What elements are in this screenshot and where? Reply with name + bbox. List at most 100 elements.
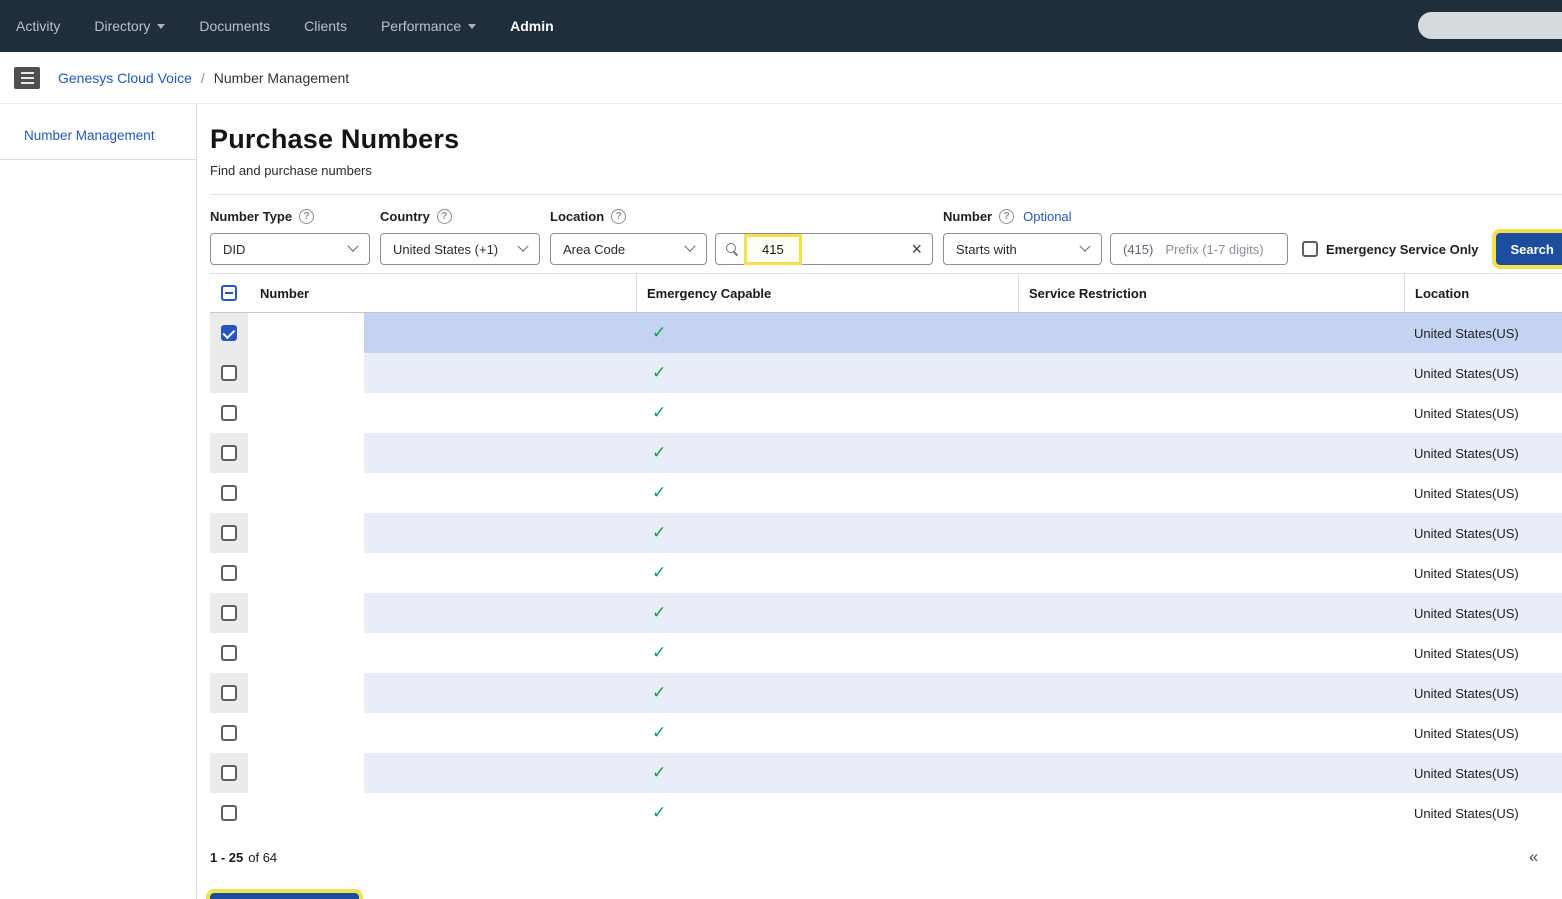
row-checkbox[interactable]: [221, 485, 237, 501]
table-row[interactable]: ✓ United States(US): [210, 313, 1562, 353]
row-emergency-cell: ✓: [636, 553, 1018, 593]
number-label: Number ? Optional: [943, 209, 1288, 224]
number-optional-hint: Optional: [1023, 209, 1071, 224]
row-number-cell: [248, 353, 636, 393]
table-body: ✓ United States(US) ✓ United States(US) …: [210, 313, 1562, 833]
help-icon[interactable]: ?: [437, 209, 452, 224]
nav-item[interactable]: Directory: [94, 18, 165, 34]
nav-item[interactable]: Activity: [16, 18, 60, 34]
prefix-input[interactable]: (415) Prefix (1-7 digits): [1110, 233, 1288, 265]
row-emergency-cell: ✓: [636, 473, 1018, 513]
nav-item[interactable]: Documents: [199, 18, 270, 34]
clear-icon[interactable]: ×: [911, 240, 922, 258]
row-emergency-cell: ✓: [636, 713, 1018, 753]
emergency-check-icon: ✓: [652, 403, 666, 423]
row-checkbox[interactable]: [221, 805, 237, 821]
emergency-check-icon: ✓: [652, 603, 666, 623]
table-row[interactable]: ✓ United States(US): [210, 633, 1562, 673]
row-restriction: [1018, 553, 1404, 593]
row-checkbox[interactable]: [221, 365, 237, 381]
table-row[interactable]: ✓ United States(US): [210, 593, 1562, 633]
help-icon[interactable]: ?: [999, 209, 1014, 224]
nav-item-label: Performance: [381, 18, 461, 34]
search-button[interactable]: Search: [1496, 233, 1562, 265]
chevron-down-icon: [684, 241, 695, 252]
row-location: United States(US): [1404, 753, 1562, 793]
emergency-only-checkbox[interactable]: [1302, 241, 1318, 257]
nav-item[interactable]: Admin: [510, 18, 554, 34]
row-number-cell: [248, 513, 636, 553]
menu-toggle-button[interactable]: [14, 67, 40, 89]
select-all-checkbox[interactable]: [221, 285, 237, 301]
nav-item-label: Directory: [94, 18, 150, 34]
help-icon[interactable]: ?: [611, 209, 626, 224]
row-restriction: [1018, 353, 1404, 393]
row-emergency-cell: ✓: [636, 633, 1018, 673]
page-title: Purchase Numbers: [210, 124, 1562, 155]
table-row[interactable]: ✓ United States(US): [210, 673, 1562, 713]
row-checkbox[interactable]: [221, 525, 237, 541]
emergency-check-icon: ✓: [652, 443, 666, 463]
row-number-cell: [248, 633, 636, 673]
row-number-cell: [248, 673, 636, 713]
row-checkbox[interactable]: [221, 405, 237, 421]
search-icon: [726, 243, 739, 256]
row-checkbox[interactable]: [221, 645, 237, 661]
number-type-select[interactable]: DID: [210, 233, 370, 265]
col-location: Location: [1404, 274, 1562, 312]
row-checkbox[interactable]: [221, 605, 237, 621]
row-restriction: [1018, 513, 1404, 553]
table-row[interactable]: ✓ United States(US): [210, 553, 1562, 593]
emergency-only-label: Emergency Service Only: [1326, 242, 1478, 257]
row-checkbox[interactable]: [221, 765, 237, 781]
row-checkbox[interactable]: [221, 445, 237, 461]
country-value: United States (+1): [393, 242, 498, 257]
page-subtitle: Find and purchase numbers: [210, 163, 1562, 178]
nav-item-label: Clients: [304, 18, 347, 34]
nav-item[interactable]: Clients: [304, 18, 347, 34]
row-checkbox[interactable]: [221, 565, 237, 581]
app-root: Activity Directory Documents Clients Per…: [0, 0, 1562, 899]
table-header: Number Emergency Capable Service Restric…: [210, 273, 1562, 313]
number-type-value: DID: [223, 242, 245, 257]
top-nav-items: Activity Directory Documents Clients Per…: [16, 18, 554, 34]
row-location: United States(US): [1404, 593, 1562, 633]
row-checkbox-cell: [210, 673, 248, 713]
filter-bar: Number Type ? DID Country ? United State…: [210, 209, 1562, 265]
nav-item[interactable]: Performance: [381, 18, 476, 34]
table-row[interactable]: ✓ United States(US): [210, 713, 1562, 753]
country-select[interactable]: United States (+1): [380, 233, 540, 265]
sidebar-item-number-management[interactable]: Number Management: [0, 104, 196, 160]
table-row[interactable]: ✓ United States(US): [210, 793, 1562, 833]
table-row[interactable]: ✓ United States(US): [210, 473, 1562, 513]
row-checkbox-cell: [210, 393, 248, 433]
row-checkbox[interactable]: [221, 685, 237, 701]
complete-purchase-button[interactable]: Complete Purchase: [210, 893, 359, 899]
table-row[interactable]: ✓ United States(US): [210, 433, 1562, 473]
table-row[interactable]: ✓ United States(US): [210, 353, 1562, 393]
row-checkbox-cell: [210, 313, 248, 353]
help-icon[interactable]: ?: [299, 209, 314, 224]
table-row[interactable]: ✓ United States(US): [210, 753, 1562, 793]
row-checkbox-cell: [210, 553, 248, 593]
location-type-select[interactable]: Area Code: [550, 233, 707, 265]
global-search-pill[interactable]: [1418, 12, 1562, 39]
area-code-search-input[interactable]: 415 ×: [715, 233, 933, 265]
filter-number-type: Number Type ? DID: [210, 209, 370, 265]
number-match-select[interactable]: Starts with: [943, 233, 1102, 265]
select-all-cell: [210, 274, 248, 312]
row-checkbox[interactable]: [221, 325, 237, 341]
emergency-check-icon: ✓: [652, 563, 666, 583]
table-row[interactable]: ✓ United States(US): [210, 393, 1562, 433]
breadcrumb-root-link[interactable]: Genesys Cloud Voice: [58, 70, 192, 86]
prefix-area-code: (415): [1123, 242, 1153, 257]
row-checkbox[interactable]: [221, 725, 237, 741]
row-emergency-cell: ✓: [636, 353, 1018, 393]
emergency-check-icon: ✓: [652, 643, 666, 663]
row-restriction: [1018, 393, 1404, 433]
number-match-value: Starts with: [956, 242, 1017, 257]
pagination: « ‹: [1529, 847, 1562, 867]
row-restriction: [1018, 753, 1404, 793]
table-row[interactable]: ✓ United States(US): [210, 513, 1562, 553]
first-page-icon[interactable]: «: [1529, 847, 1538, 867]
